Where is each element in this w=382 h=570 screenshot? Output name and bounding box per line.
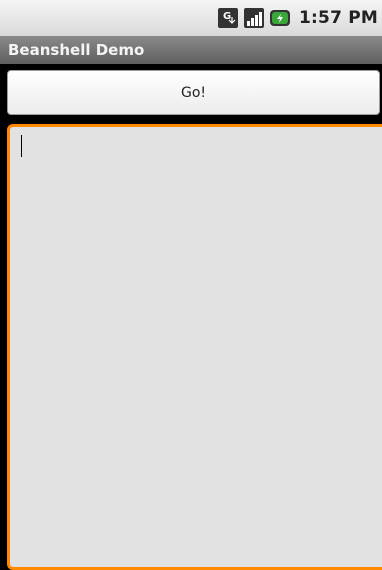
network-type-icon: G bbox=[217, 7, 239, 29]
status-icons: G 1:57 PM bbox=[217, 0, 382, 36]
text-cursor bbox=[21, 135, 22, 157]
status-time: 1:57 PM bbox=[299, 8, 378, 28]
script-editor[interactable] bbox=[7, 124, 382, 570]
title-bar: Beanshell Demo bbox=[0, 36, 382, 64]
signal-strength-icon bbox=[243, 7, 265, 29]
app-title: Beanshell Demo bbox=[8, 41, 145, 59]
status-bar: G 1:57 PM bbox=[0, 0, 382, 36]
battery-icon bbox=[269, 7, 291, 29]
go-button[interactable]: Go! bbox=[7, 70, 380, 115]
